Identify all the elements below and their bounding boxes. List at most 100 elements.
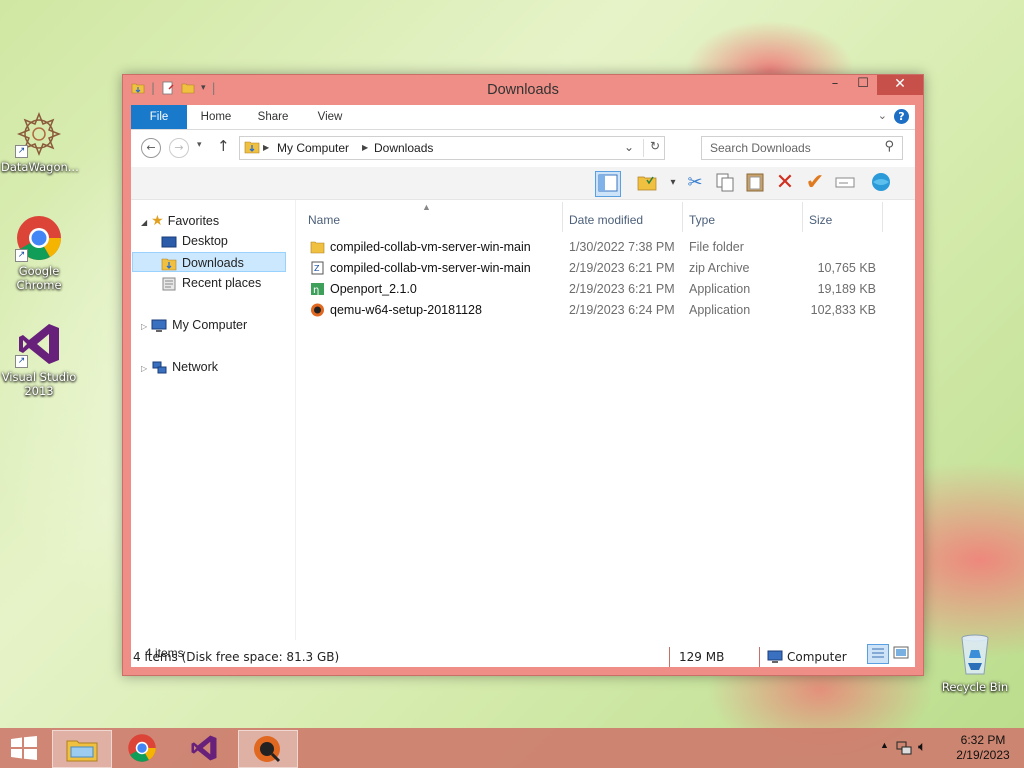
collapsed-arrow-icon[interactable]: ▷ (141, 322, 147, 331)
chevron-down-icon[interactable]: ▾ (661, 171, 685, 195)
file-date: 2/19/2023 6:21 PM (569, 282, 675, 296)
file-type: File folder (689, 240, 744, 254)
file-date: 2/19/2023 6:24 PM (569, 303, 675, 317)
network-globe-icon[interactable] (869, 171, 893, 195)
checkmark-icon[interactable]: ✔ (803, 171, 827, 195)
file-date: 1/30/2022 7:38 PM (569, 240, 675, 254)
folder-icon (244, 141, 260, 154)
windows-logo-icon (11, 736, 37, 760)
taskbar-chrome[interactable] (114, 730, 172, 766)
taskbar-qemu[interactable] (238, 730, 298, 768)
column-divider[interactable] (562, 202, 563, 232)
desktop-icon-label: Recycle Bin (941, 680, 1009, 694)
nav-network[interactable]: ▷ Network (141, 357, 218, 377)
collapsed-arrow-icon[interactable]: ▷ (141, 364, 147, 373)
desktop-icon-visual-studio[interactable]: ↗ Visual Studio 2013 (1, 320, 77, 398)
column-divider[interactable] (802, 202, 803, 232)
title-bar[interactable]: | ▾ | Downloads – ☐ ✕ (123, 75, 923, 105)
column-header-size[interactable]: Size (809, 213, 832, 227)
network-tray-icon[interactable] (896, 740, 912, 756)
recycle-bin-icon (951, 630, 999, 678)
file-explorer-icon (66, 740, 98, 762)
paste-icon[interactable] (743, 171, 767, 195)
svg-text:Z: Z (314, 264, 320, 273)
chrome-icon (128, 734, 156, 762)
window-body: File Home Share View ⌄ ? ← → ▾ ↑ ▶ My Co… (131, 105, 915, 667)
chevron-right-icon[interactable]: ▶ (362, 143, 368, 152)
desktop-icon-datawagon[interactable]: ↗ DataWagon... (1, 110, 79, 174)
file-row[interactable]: Z compiled-collab-vm-server-win-main 2/1… (296, 258, 896, 279)
visual-studio-icon (191, 735, 217, 761)
status-divider (669, 647, 670, 667)
breadcrumb-downloads[interactable]: Downloads (374, 141, 433, 155)
search-input[interactable]: Search Downloads ⚲ (701, 136, 903, 160)
nav-recent-places[interactable]: Recent places (161, 273, 261, 293)
address-bar[interactable]: ▶ My Computer ▶ Downloads ⌄ ↻ (239, 136, 665, 160)
desktop-icon (161, 236, 177, 248)
taskbar-file-explorer[interactable] (52, 730, 112, 768)
maximize-button[interactable]: ☐ (849, 75, 877, 95)
tab-share[interactable]: Share (249, 105, 297, 129)
up-arrow-icon[interactable]: ↑ (217, 137, 230, 155)
nav-desktop[interactable]: Desktop (161, 231, 228, 251)
desktop-icon-recycle-bin[interactable]: Recycle Bin (937, 630, 1013, 694)
desktop-icon-chrome[interactable]: ↗ Google Chrome (1, 214, 77, 292)
tab-home[interactable]: Home (193, 105, 239, 129)
file-size: 19,189 KB (817, 282, 876, 296)
column-divider[interactable] (682, 202, 683, 232)
tab-file[interactable]: File (131, 105, 187, 129)
refresh-icon[interactable]: ↻ (643, 139, 666, 157)
computer-icon (151, 319, 167, 332)
openport-app-icon: η (311, 283, 324, 296)
nav-network-label: Network (172, 360, 218, 374)
volume-icon[interactable]: 🔈︎ (918, 738, 926, 755)
nav-favorites[interactable]: ◢ ★ Favorites (141, 210, 219, 230)
preview-pane-icon[interactable] (595, 171, 621, 197)
nav-downloads[interactable]: Downloads (132, 252, 286, 272)
chrome-icon: ↗ (15, 214, 63, 262)
expanded-arrow-icon[interactable]: ◢ (141, 218, 147, 227)
status-size: 129 MB (679, 650, 725, 664)
back-button[interactable]: ← (141, 138, 161, 158)
chevron-right-icon[interactable]: ▶ (263, 143, 269, 152)
show-hidden-icons-icon[interactable]: ▲ (880, 740, 889, 750)
nav-my-computer-label: My Computer (172, 318, 248, 332)
column-header-type[interactable]: Type (689, 213, 715, 227)
cut-icon[interactable]: ✂ (683, 171, 707, 195)
column-header-name[interactable]: Name (308, 213, 340, 227)
minimize-button[interactable]: – (821, 75, 849, 95)
file-type: Application (689, 282, 751, 296)
clock[interactable]: 6:32 PM 2/19/2023 (948, 733, 1018, 763)
forward-button[interactable]: → (169, 138, 189, 158)
qemu-app-icon (311, 303, 324, 317)
tab-view[interactable]: View (307, 105, 353, 129)
taskbar-visual-studio[interactable] (176, 730, 234, 766)
start-button[interactable] (10, 736, 38, 763)
column-divider[interactable] (882, 202, 883, 232)
ribbon-expand-icon[interactable]: ⌄ (878, 109, 887, 122)
status-divider (759, 647, 760, 667)
help-icon[interactable]: ? (894, 109, 909, 124)
rename-icon[interactable] (833, 171, 857, 195)
nav-recent-places-label: Recent places (182, 276, 262, 290)
breadcrumb-my-computer[interactable]: My Computer (277, 141, 349, 155)
file-name: compiled-collab-vm-server-win-main (330, 240, 531, 254)
file-row[interactable]: qemu-w64-setup-20181128 2/19/2023 6:24 P… (296, 300, 896, 321)
svg-text:η: η (313, 285, 319, 296)
status-location: Computer (787, 650, 847, 664)
column-header-date-modified[interactable]: Date modified (569, 213, 643, 227)
close-button[interactable]: ✕ (877, 75, 923, 95)
file-row[interactable]: compiled-collab-vm-server-win-main 1/30/… (296, 237, 896, 258)
delete-icon[interactable]: ✕ (773, 171, 797, 195)
search-icon[interactable]: ⚲ (884, 139, 894, 154)
recent-locations-icon[interactable]: ▾ (197, 140, 202, 150)
folder-options-icon[interactable] (635, 171, 659, 195)
chevron-down-icon[interactable]: ⌄ (624, 140, 634, 154)
nav-my-computer[interactable]: ▷ My Computer (141, 315, 247, 335)
desktop-icon-label: Google Chrome (16, 264, 62, 292)
copy-icon[interactable] (713, 171, 737, 195)
recent-places-icon (162, 277, 176, 291)
file-row[interactable]: η Openport_2.1.0 2/19/2023 6:21 PM Appli… (296, 279, 896, 300)
file-size: 10,765 KB (817, 261, 876, 275)
status-bar: 4 items (Disk free space: 81.3 GB) 129 M… (131, 647, 915, 669)
